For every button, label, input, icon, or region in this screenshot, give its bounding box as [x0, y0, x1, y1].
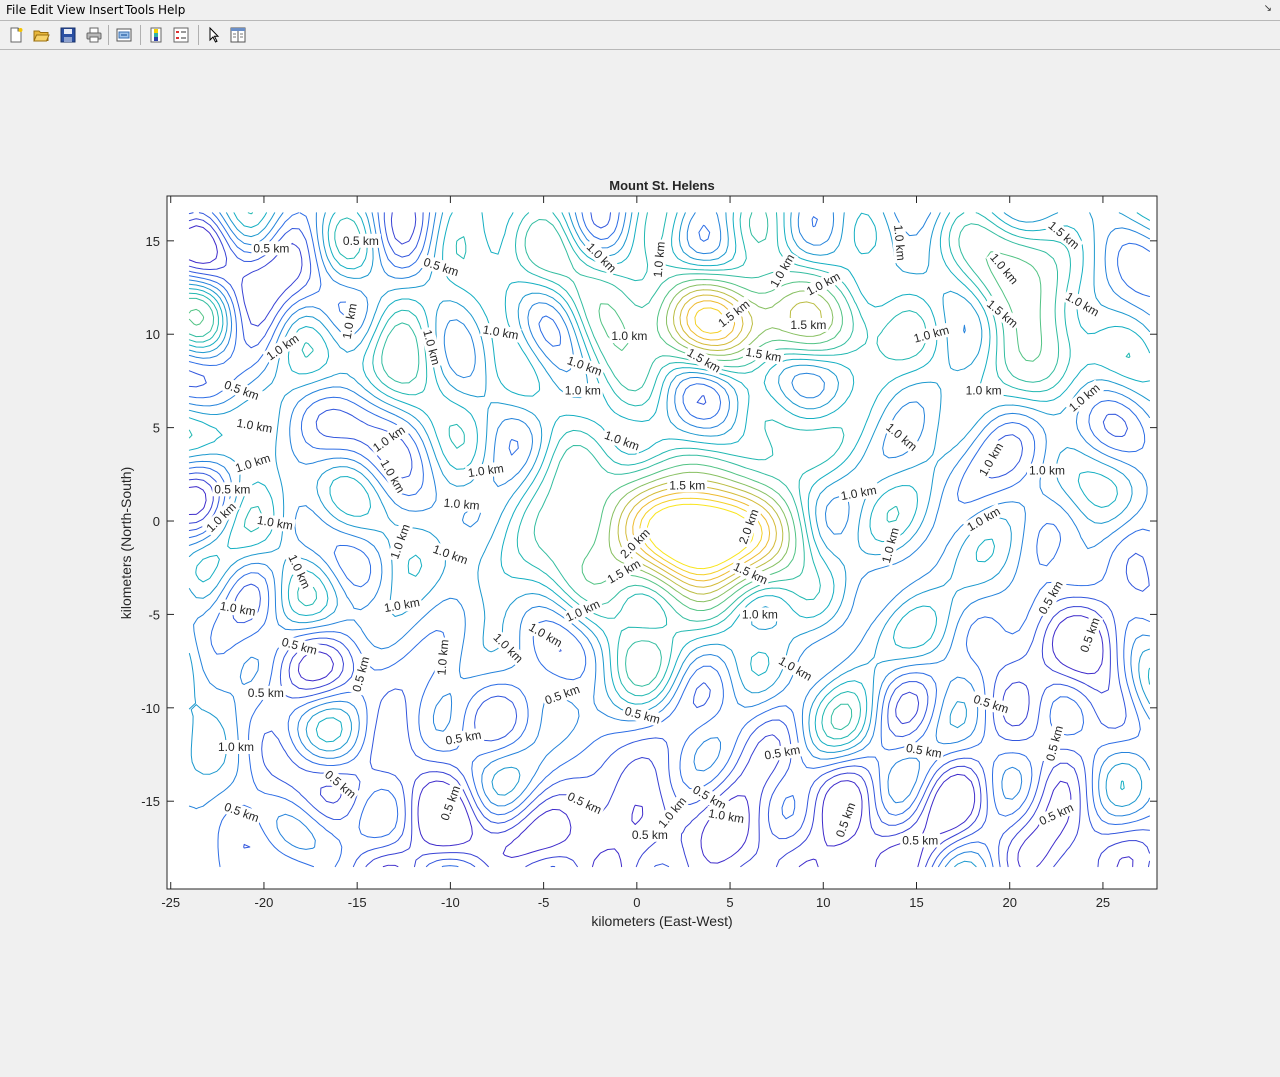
x-tick-label: 15 — [909, 895, 923, 910]
contour-label-text: 0.5 km — [253, 241, 289, 255]
y-tick-label: -15 — [141, 794, 160, 809]
x-tick-label: 10 — [816, 895, 830, 910]
open-file-icon[interactable] — [32, 26, 50, 44]
y-tick-label: -5 — [148, 607, 160, 622]
x-tick-label: -25 — [161, 895, 180, 910]
contour-label-text: 1.5 km — [790, 318, 826, 332]
property-inspector-icon[interactable] — [229, 26, 247, 44]
contour-label: 1.0 km — [216, 740, 256, 754]
y-tick-label: 10 — [146, 327, 160, 342]
contour-label-text: 1.0 km — [218, 740, 254, 754]
toolbar-separator — [108, 25, 109, 45]
dock-arrow-icon[interactable]: ↘ — [1264, 3, 1272, 14]
menu-view[interactable]: View — [57, 3, 85, 17]
new-figure-icon[interactable] — [7, 26, 25, 44]
x-tick-label: -10 — [441, 895, 460, 910]
menu-tools[interactable]: Tools — [125, 3, 155, 17]
contour-label: 0.5 km — [245, 685, 286, 700]
toolbar-separator — [198, 25, 199, 45]
x-tick-label: 5 — [726, 895, 733, 910]
chart-title: Mount St. Helens — [609, 178, 714, 193]
axes-background — [167, 196, 1157, 889]
x-tick-label: -5 — [538, 895, 550, 910]
edit-plot-cursor-icon[interactable] — [205, 26, 223, 44]
contour-label: 1.0 km — [739, 607, 780, 622]
save-icon[interactable] — [59, 26, 77, 44]
contour-label: 1.0 km — [963, 383, 1004, 398]
x-tick-label: 0 — [633, 895, 640, 910]
contour-label-text: 1.0 km — [1029, 464, 1065, 478]
x-tick-label: 20 — [1002, 895, 1016, 910]
contour-label: 0.5 km — [629, 827, 670, 842]
menu-insert[interactable]: Insert — [89, 3, 123, 17]
print-icon[interactable] — [85, 26, 103, 44]
contour-label-text: 0.5 km — [632, 828, 668, 842]
menu-bar: File Edit View Insert Tools Help ↘ — [0, 0, 1280, 20]
x-tick-label: 25 — [1096, 895, 1110, 910]
y-tick-label: -10 — [141, 701, 160, 716]
contour-label: 0.5 km — [900, 833, 941, 848]
figure-toolbar — [0, 20, 1280, 50]
contour-label-text: 1.0 km — [565, 383, 601, 397]
contour-label: 0.5 km — [212, 482, 253, 497]
insert-colorbar-icon[interactable] — [147, 26, 165, 44]
contour-label-text: 0.5 km — [902, 833, 938, 847]
contour-label: 1.5 km — [667, 478, 708, 493]
menu-help[interactable]: Help — [158, 3, 185, 17]
link-plot-icon[interactable] — [115, 26, 133, 44]
menu-file[interactable]: File — [6, 3, 26, 17]
contour-label-text: 0.5 km — [248, 686, 284, 700]
toolbar-separator — [140, 25, 141, 45]
contour-label-text: 0.5 km — [343, 234, 379, 248]
x-tick-label: -20 — [255, 895, 274, 910]
x-tick-label: -15 — [348, 895, 367, 910]
contour-label-text: 1.0 km — [742, 607, 778, 621]
y-axis-label: kilometers (North-South) — [118, 467, 134, 620]
y-tick-label: 0 — [153, 514, 160, 529]
contour-label-text: 1.0 km — [966, 383, 1002, 397]
contour-label-text: 1.0 km — [611, 329, 647, 343]
y-tick-label: 5 — [153, 421, 160, 436]
contour-label-text: 0.5 km — [214, 482, 250, 496]
contour-plot: 0.5 km 0.5 km 0.5 km 1.0 km 1.0 km 1.0 km 1.0 … — [118, 178, 1158, 929]
menu-edit[interactable]: Edit — [30, 3, 53, 17]
contour-label: 1.0 km — [609, 329, 650, 344]
contour-label-text: 1.5 km — [669, 479, 705, 493]
y-tick-label: 15 — [146, 234, 160, 249]
contour-label: 0.5 km — [251, 241, 292, 256]
contour-label: 0.5 km — [340, 233, 381, 248]
insert-legend-icon[interactable] — [172, 26, 190, 44]
contour-label: 1.5 km — [788, 317, 829, 332]
x-axis-label: kilometers (East-West) — [591, 913, 732, 929]
contour-label: 1.0 km — [562, 383, 603, 398]
contour-label: 1.0 km — [1027, 463, 1067, 478]
figure-canvas: 0.5 km 0.5 km 0.5 km 1.0 km 1.0 km 1.0 km 1.0 … — [0, 50, 1280, 1073]
